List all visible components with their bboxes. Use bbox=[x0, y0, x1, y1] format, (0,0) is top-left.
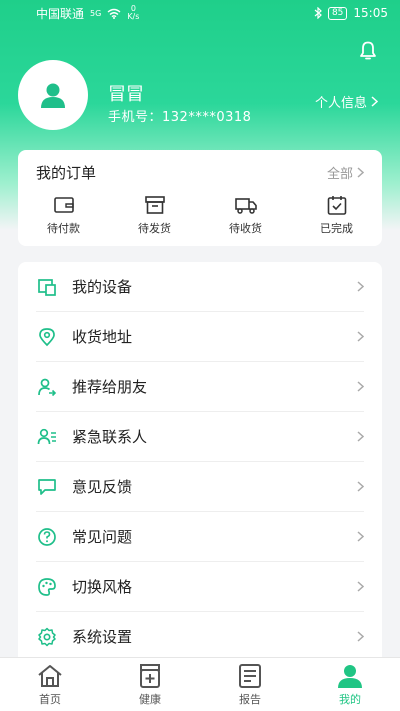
network-type: 5G bbox=[90, 8, 102, 18]
map-pin-icon bbox=[39, 327, 55, 346]
net-speed: 0 K/s bbox=[127, 4, 140, 21]
order-pending-payment[interactable]: 待付款 bbox=[18, 194, 109, 236]
tab-home[interactable]: 首页 bbox=[0, 658, 100, 711]
chevron-right-icon bbox=[357, 581, 364, 592]
order-item-label: 已完成 bbox=[320, 222, 353, 235]
profile-icon bbox=[338, 664, 362, 688]
menu-item-shipping-address[interactable]: 收货地址 bbox=[36, 312, 364, 362]
user-name: 冒冒 bbox=[108, 84, 144, 105]
tab-label: 首页 bbox=[39, 692, 61, 706]
menu-item-label: 意见反馈 bbox=[72, 478, 133, 496]
chevron-right-icon bbox=[357, 631, 364, 642]
orders-all-link[interactable]: 全部 bbox=[327, 163, 364, 182]
tab-label: 健康 bbox=[139, 692, 161, 706]
order-completed[interactable]: 已完成 bbox=[291, 194, 382, 236]
wifi-icon bbox=[107, 8, 121, 19]
order-item-label: 待付款 bbox=[47, 222, 80, 235]
orders-card: 我的订单 全部 待付款 待发货 待收货 已完成 bbox=[18, 150, 382, 246]
user-share-icon bbox=[38, 378, 57, 396]
order-item-label: 待收货 bbox=[229, 222, 262, 235]
tab-report[interactable]: 报告 bbox=[200, 658, 300, 711]
battery-indicator: 85 bbox=[327, 6, 348, 20]
order-pending-receipt[interactable]: 待收货 bbox=[200, 194, 291, 236]
menu-item-feedback[interactable]: 意见反馈 bbox=[36, 462, 364, 512]
bell-icon[interactable] bbox=[356, 38, 380, 62]
menu-item-switch-theme[interactable]: 切换风格 bbox=[36, 562, 364, 612]
clock: 15:05 bbox=[353, 6, 388, 20]
truck-icon bbox=[234, 198, 257, 214]
device-icon bbox=[38, 278, 56, 296]
menu-item-system-settings[interactable]: 系统设置 bbox=[36, 612, 364, 662]
menu-item-label: 我的设备 bbox=[72, 278, 133, 296]
home-icon bbox=[38, 664, 62, 687]
tab-label: 报告 bbox=[239, 692, 261, 706]
avatar[interactable] bbox=[18, 60, 88, 130]
user-icon bbox=[41, 83, 65, 108]
carrier-label: 中国联通 bbox=[36, 6, 85, 21]
menu-item-my-devices[interactable]: 我的设备 bbox=[36, 262, 364, 312]
chevron-right-icon bbox=[371, 96, 378, 107]
feedback-icon bbox=[38, 478, 56, 495]
menu-item-recommend-friend[interactable]: 推荐给朋友 bbox=[36, 362, 364, 412]
orders-all-label: 全部 bbox=[326, 166, 353, 182]
menu-item-label: 系统设置 bbox=[72, 628, 133, 646]
tab-profile[interactable]: 我的 bbox=[300, 658, 400, 711]
chevron-right-icon bbox=[357, 331, 364, 342]
menu-item-faq[interactable]: 常见问题 bbox=[36, 512, 364, 562]
tab-label: 我的 bbox=[339, 692, 361, 706]
box-icon bbox=[144, 196, 165, 214]
menu-item-label: 推荐给朋友 bbox=[72, 378, 148, 396]
chevron-right-icon bbox=[357, 281, 364, 292]
menu-item-label: 紧急联系人 bbox=[72, 428, 148, 446]
health-icon bbox=[140, 663, 160, 688]
calendar-check-icon bbox=[327, 196, 346, 215]
chevron-right-icon bbox=[357, 381, 364, 392]
chevron-right-icon bbox=[357, 166, 364, 178]
user-phone: 手机号：132****0318 bbox=[108, 110, 252, 125]
chevron-right-icon bbox=[357, 531, 364, 542]
status-bar: 中国联通 5G 0 K/s 85 15:05 bbox=[0, 0, 400, 26]
order-pending-shipment[interactable]: 待发货 bbox=[109, 194, 200, 236]
menu-item-label: 切换风格 bbox=[72, 578, 133, 596]
question-icon bbox=[38, 527, 56, 546]
wallet-icon bbox=[53, 197, 74, 213]
personal-info-label: 个人信息 bbox=[314, 96, 367, 111]
menu-item-label: 收货地址 bbox=[72, 328, 133, 346]
order-item-label: 待发货 bbox=[138, 222, 171, 235]
chevron-right-icon bbox=[357, 431, 364, 442]
tab-health[interactable]: 健康 bbox=[100, 658, 200, 711]
orders-title: 我的订单 bbox=[36, 163, 97, 182]
bottom-tab-bar: 首页 健康 报告 我的 bbox=[0, 657, 400, 711]
menu-item-emergency-contact[interactable]: 紧急联系人 bbox=[36, 412, 364, 462]
menu-item-label: 常见问题 bbox=[72, 528, 133, 546]
chevron-right-icon bbox=[357, 481, 364, 492]
bluetooth-icon bbox=[314, 7, 322, 19]
settings-menu: 我的设备 收货地址 推荐给朋友 紧急联系人 意见反馈 常见问题 切换风格 系统设… bbox=[18, 262, 382, 682]
personal-info-link[interactable]: 个人信息 bbox=[315, 92, 378, 111]
contact-list-icon bbox=[37, 428, 56, 444]
report-icon bbox=[239, 663, 261, 688]
gear-icon bbox=[38, 627, 56, 646]
palette-icon bbox=[38, 577, 56, 596]
